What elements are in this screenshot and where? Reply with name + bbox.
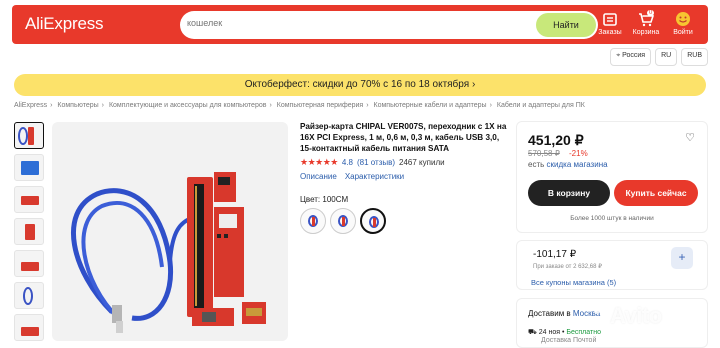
delivery-title: Доставим в Москва xyxy=(528,309,600,318)
all-coupons-link[interactable]: Все купоны магазина (5) xyxy=(531,278,616,287)
product-thumbnail[interactable] xyxy=(14,154,44,181)
store-discount-prefix: есть xyxy=(528,160,545,169)
breadcrumb-item[interactable]: Комплектующие и аксессуары для компьютер… xyxy=(109,102,267,109)
reviews-link[interactable]: (81 отзыв) xyxy=(357,158,395,167)
avito-watermark: Avito xyxy=(610,303,662,328)
buy-now-button[interactable]: Купить сейчас xyxy=(614,180,698,206)
product-thumbnail[interactable] xyxy=(14,250,44,277)
product-main-image[interactable] xyxy=(52,122,288,341)
product-title: Райзер-карта CHIPAL VER007S, переходник … xyxy=(300,122,507,153)
delivery-prefix: Доставим в xyxy=(528,309,571,318)
header-bar: AliExpress Найти Заказы 0 Корзина Войти xyxy=(12,5,708,44)
coupon-card: -101,17 ₽ При заказе от 2 632,68 ₽ + Все… xyxy=(516,240,708,290)
product-info: Райзер-карта CHIPAL VER007S, переходник … xyxy=(300,121,510,234)
breadcrumb-separator-icon: › xyxy=(50,102,53,109)
promo-banner[interactable]: Октоберфест: скидки до 70% с 16 по 18 ок… xyxy=(14,74,706,96)
color-swatches xyxy=(300,208,510,234)
rating-stars-icon: ★★★★★ xyxy=(300,157,338,167)
coupon-amount: -101,17 ₽ xyxy=(533,249,577,260)
product-thumbnail[interactable] xyxy=(14,122,44,149)
orders-label: Заказы xyxy=(598,29,622,36)
thumbnail-list xyxy=(14,122,46,346)
breadcrumb-item[interactable]: AliExpress xyxy=(14,102,47,109)
rating-row: ★★★★★ 4.8 (81 отзыв) 2467 купили xyxy=(300,157,510,168)
add-to-cart-button[interactable]: В корзину xyxy=(528,180,610,206)
breadcrumb-item[interactable]: Компьютерная периферия xyxy=(277,102,363,109)
color-label: Цвет: 100CM xyxy=(300,195,349,204)
product-thumbnail[interactable] xyxy=(14,186,44,213)
breadcrumb: AliExpress › Компьютеры › Комплектующие и … xyxy=(14,102,714,109)
cart-label: Корзина xyxy=(632,29,660,36)
orders-button[interactable]: Заказы xyxy=(594,9,626,41)
stock-note: Более 1000 штук в наличии xyxy=(570,215,654,222)
cart-button[interactable]: 0 Корзина xyxy=(630,9,662,41)
coupon-condition: При заказе от 2 632,68 ₽ xyxy=(533,264,602,270)
rating-value[interactable]: 4.8 xyxy=(342,158,353,167)
search-box: Найти xyxy=(180,11,598,39)
breadcrumb-separator-icon: › xyxy=(489,102,492,109)
bought-count: 2467 купили xyxy=(399,158,445,167)
orders-icon xyxy=(603,13,617,26)
product-thumbnail[interactable] xyxy=(14,218,44,245)
breadcrumb-item[interactable]: Компьютеры xyxy=(57,102,98,109)
product-tabs: Описание Характеристики xyxy=(300,172,510,181)
location-pin-icon: ⌖ xyxy=(616,52,621,59)
chevron-right-icon: › xyxy=(471,79,476,90)
delivery-date: 24 ноя • xyxy=(538,329,565,336)
discount-badge: -21% xyxy=(569,149,588,158)
language-selector[interactable]: RU xyxy=(655,48,678,66)
currency-selector[interactable]: RUB xyxy=(681,48,708,66)
tab-specs[interactable]: Характеристики xyxy=(345,172,404,181)
search-button[interactable]: Найти xyxy=(536,13,596,37)
product-thumbnail[interactable] xyxy=(14,282,44,309)
breadcrumb-separator-icon: › xyxy=(366,102,369,109)
profile-smiley-icon xyxy=(676,12,690,26)
tab-description[interactable]: Описание xyxy=(300,172,337,181)
locale-selector: ⌖ Россия RU RUB xyxy=(610,48,708,66)
breadcrumb-separator-icon: › xyxy=(269,102,272,109)
color-swatch-selected[interactable] xyxy=(360,208,386,234)
breadcrumb-item[interactable]: Компьютерные кабели и адаптеры xyxy=(374,102,487,109)
country-label: Россия xyxy=(622,52,646,59)
avito-watermark-icon xyxy=(593,307,608,322)
search-input[interactable] xyxy=(187,18,487,28)
profile-label: Войти xyxy=(673,29,693,36)
store-discount-note: есть скидка магазина xyxy=(528,160,608,169)
current-price: 451,20 ₽ xyxy=(528,132,584,148)
promo-text: Октоберфест: скидки до 70% с 16 по 18 ок… xyxy=(244,79,470,90)
breadcrumb-item[interactable]: Кабели и адаптеры для ПК xyxy=(497,102,585,109)
breadcrumb-separator-icon: › xyxy=(101,102,104,109)
delivery-date-row: ⛟ 24 ноя • Бесплатно xyxy=(528,328,601,337)
store-discount-link[interactable]: скидка магазина xyxy=(547,160,608,169)
add-coupon-plus-icon[interactable]: + xyxy=(671,247,693,269)
riser-card-image xyxy=(71,172,266,333)
delivery-free-label: Бесплатно xyxy=(566,329,601,336)
profile-button[interactable]: Войти xyxy=(667,9,699,41)
buy-box: 451,20 ₽ ♡ 570,58 ₽ -21% есть скидка маг… xyxy=(516,121,708,233)
favorite-heart-icon[interactable]: ♡ xyxy=(685,131,695,144)
delivery-truck-icon: ⛟ xyxy=(528,329,537,336)
old-price: 570,58 ₽ xyxy=(528,149,560,158)
color-swatch[interactable] xyxy=(300,208,326,234)
aliexpress-logo[interactable]: AliExpress xyxy=(25,14,104,34)
country-selector[interactable]: ⌖ Россия xyxy=(610,48,652,66)
product-thumbnail[interactable] xyxy=(14,314,44,341)
color-swatch[interactable] xyxy=(330,208,356,234)
